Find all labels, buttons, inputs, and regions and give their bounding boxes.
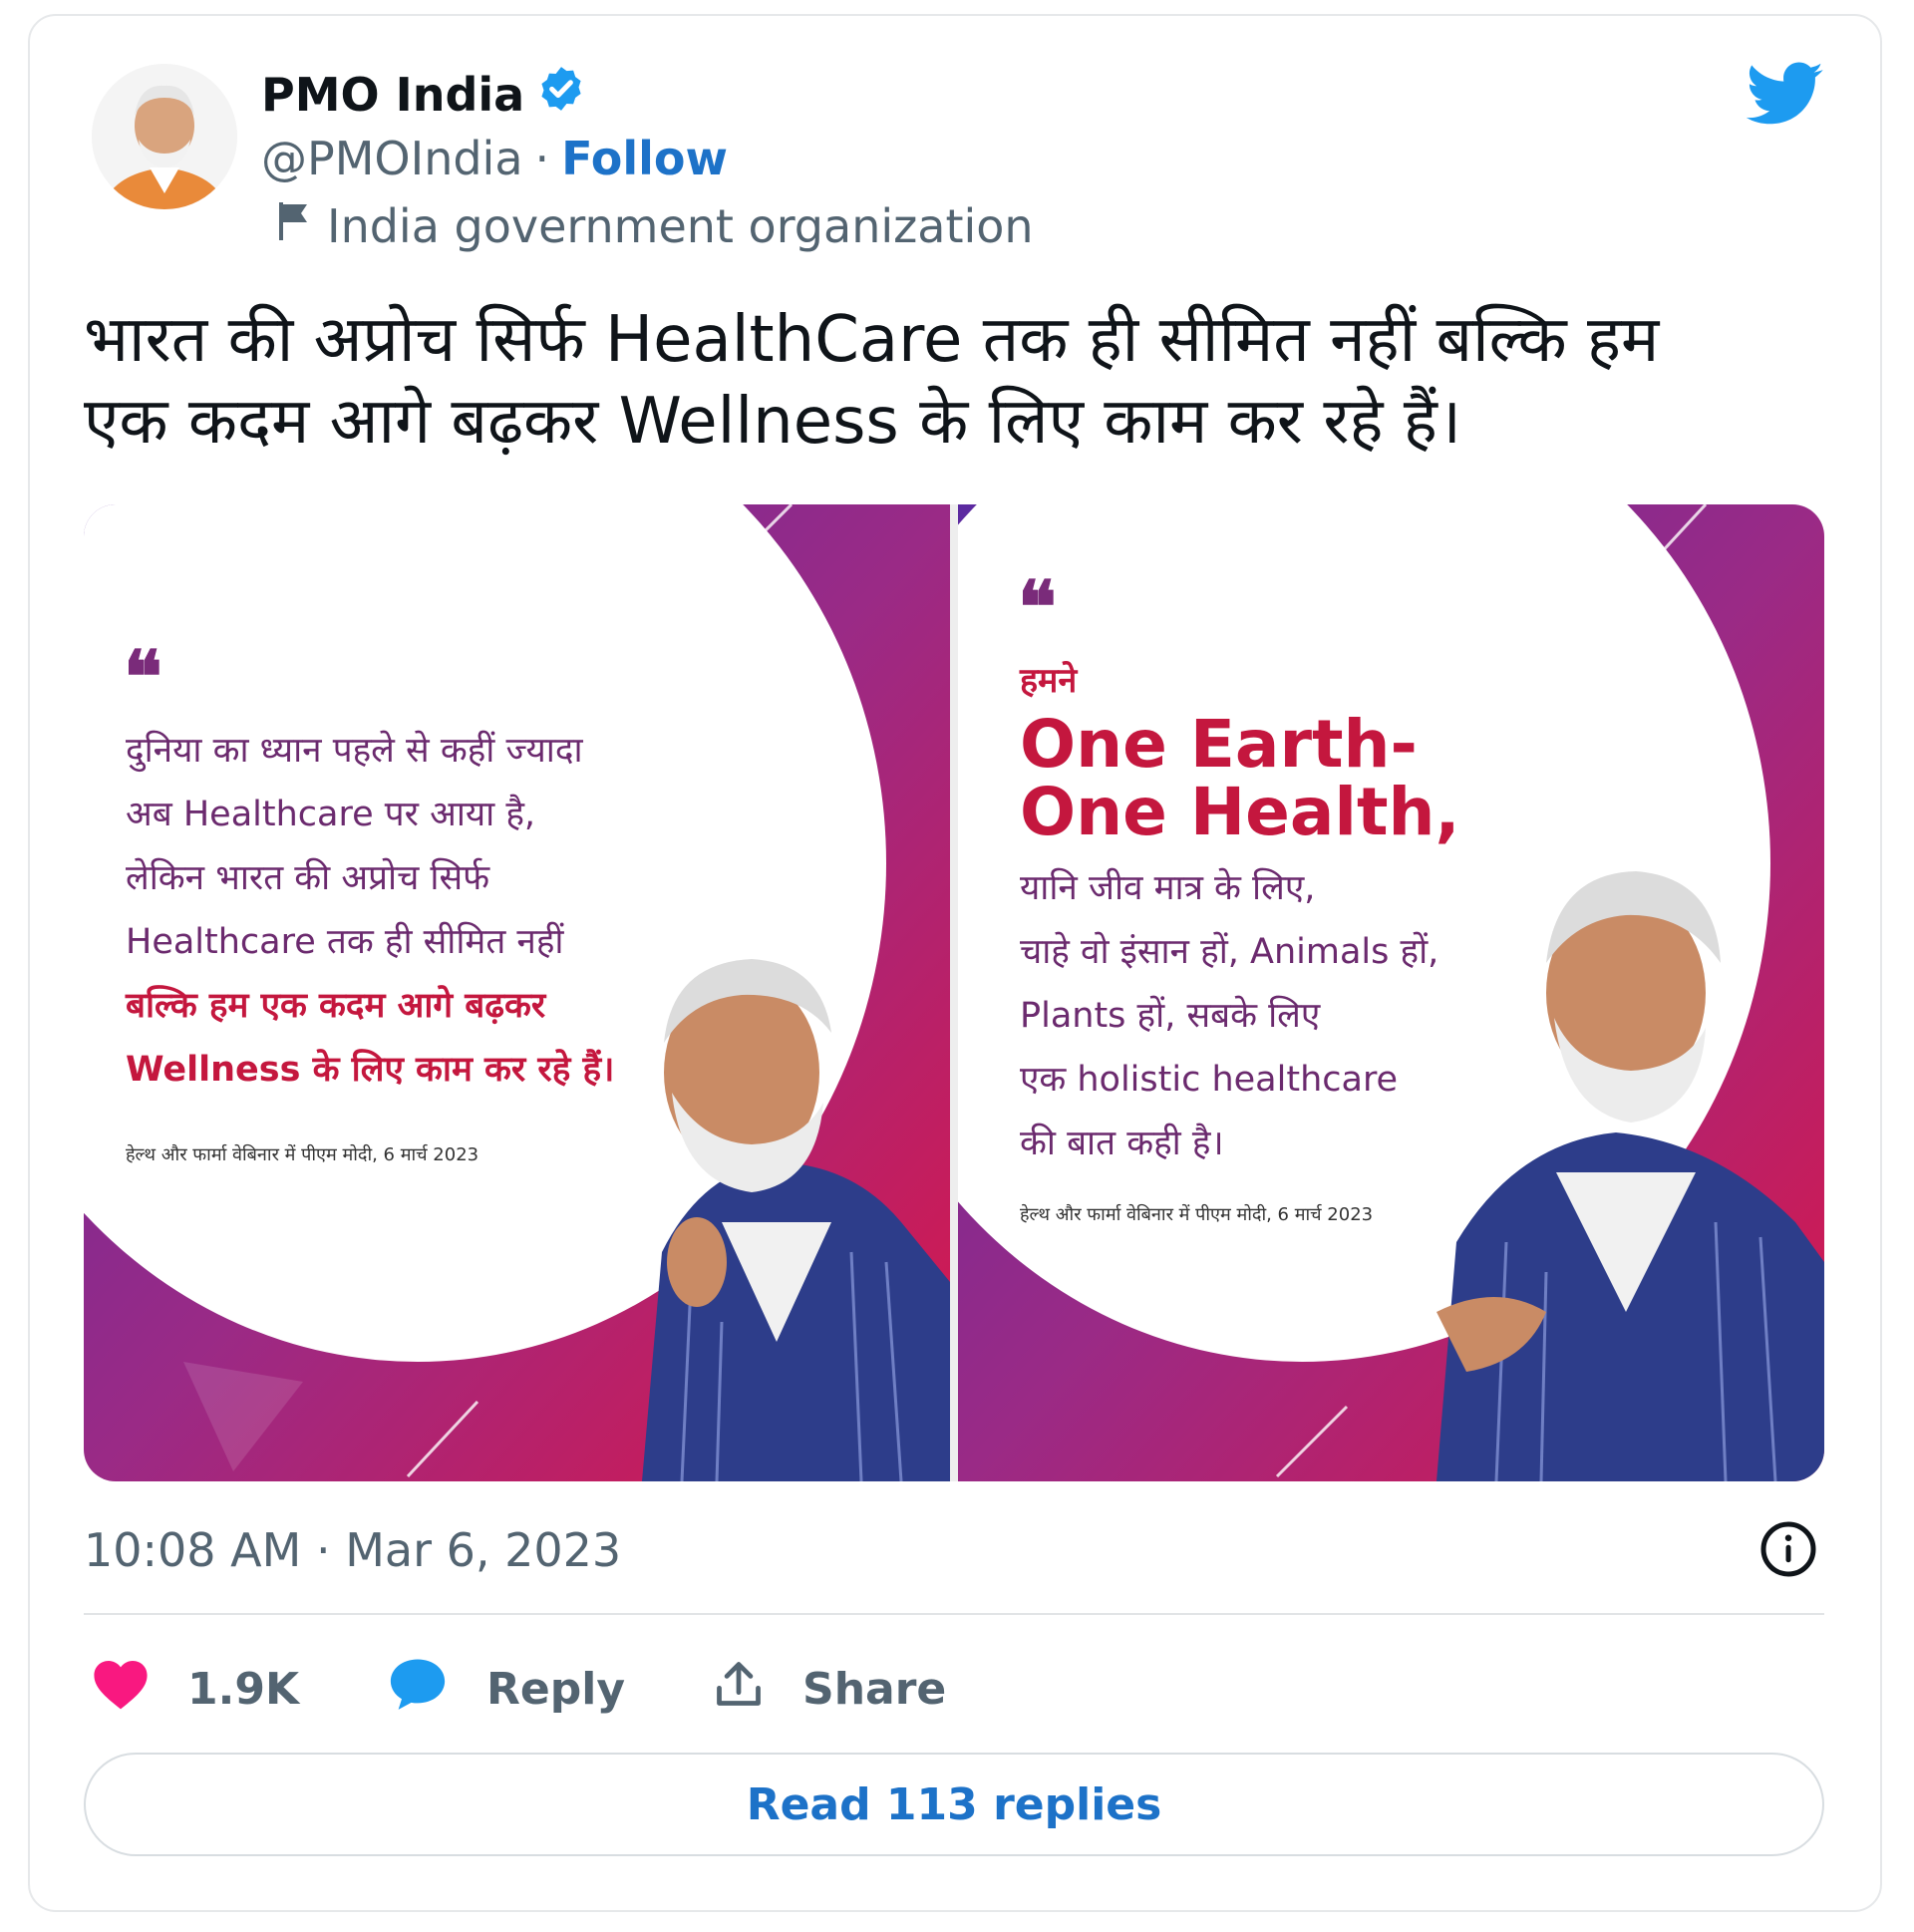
quote-headline: One Health, [1020,774,1460,850]
follow-button[interactable]: Follow [561,132,728,185]
quote-line: Healthcare तक ही सीमित नहीं [126,922,564,962]
divider [84,1613,1824,1615]
account-label: India government organization [275,199,1034,253]
tweet-media[interactable]: ❝ दुनिया का ध्यान पहले से कहीं ज्यादा अब… [84,504,1824,1481]
reply-button[interactable]: Reply [387,1655,625,1724]
tweet-actions: 1.9K Reply Share [92,1655,1034,1724]
speaker-photo [642,959,950,1481]
verified-badge-icon [536,64,586,125]
reply-bubble-icon [387,1655,449,1724]
quote-mark: ❝ [124,634,162,719]
quote-line: लेकिन भारत की अप्रोच सिर्फ [126,858,490,898]
like-button[interactable]: 1.9K [92,1657,299,1722]
handle-row: @PMOIndia · Follow [261,132,728,185]
avatar[interactable] [92,64,237,209]
quote-credit: हेल्थ और फार्मा वेबिनार में पीएम मोदी, 6… [1020,1204,1374,1225]
quote-intro: हमने [1020,661,1078,701]
tweet-text-line: एक कदम आगे बढ़कर Wellness के लिए काम कर … [84,385,1462,459]
quote-line: एक holistic healthcare [1020,1060,1399,1100]
quote-line: दुनिया का ध्यान पहले से कहीं ज्यादा [126,731,583,771]
media-image-2[interactable]: ❝ हमने One Earth- One Health, यानि जीव म… [958,504,1824,1481]
quote-mark: ❝ [1018,564,1057,649]
quote-highlight-line: बल्कि हम एक कदम आगे बढ़कर [126,986,546,1026]
twitter-bird-icon[interactable] [1746,62,1824,132]
share-icon [713,1657,765,1722]
share-button[interactable]: Share [713,1657,946,1722]
info-icon[interactable] [1758,1519,1818,1583]
tweet-text-line: भारत की अप्रोच सिर्फ HealthCare तक ही सी… [84,303,1660,377]
quote-credit: हेल्थ और फार्मा वेबिनार में पीएम मोदी, 6… [126,1144,479,1165]
quote-line: यानि जीव मात्र के लिए, [1020,868,1316,908]
account-name[interactable]: PMO India [261,68,524,122]
tweet-timestamp[interactable]: 10:08 AM · Mar 6, 2023 [84,1523,621,1577]
quote-highlight-line: Wellness के लिए काम कर रहे हैं। [126,1050,615,1090]
quote-line: अब Healthcare पर आया है, [126,795,536,834]
share-label: Share [802,1664,947,1715]
heart-icon [92,1657,150,1722]
reply-label: Reply [486,1664,626,1715]
account-name-row[interactable]: PMO India [261,64,586,125]
quote-line: Plants हों, सबके लिए [1020,996,1321,1036]
separator: · [534,132,550,185]
account-handle[interactable]: @PMOIndia [261,132,523,185]
media-image-1[interactable]: ❝ दुनिया का ध्यान पहले से कहीं ज्यादा अब… [84,504,950,1481]
read-replies-button[interactable]: Read 113 replies [84,1753,1824,1856]
account-label-text: India government organization [327,199,1034,253]
like-count: 1.9K [187,1664,300,1715]
quote-headline: One Earth- [1020,706,1418,783]
flag-icon [275,199,311,253]
speaker-photo [1436,871,1824,1481]
quote-line: की बात कही है। [1020,1124,1224,1163]
tweet-text: भारत की अप्रोच सिर्फ HealthCare तक ही सी… [84,299,1798,463]
